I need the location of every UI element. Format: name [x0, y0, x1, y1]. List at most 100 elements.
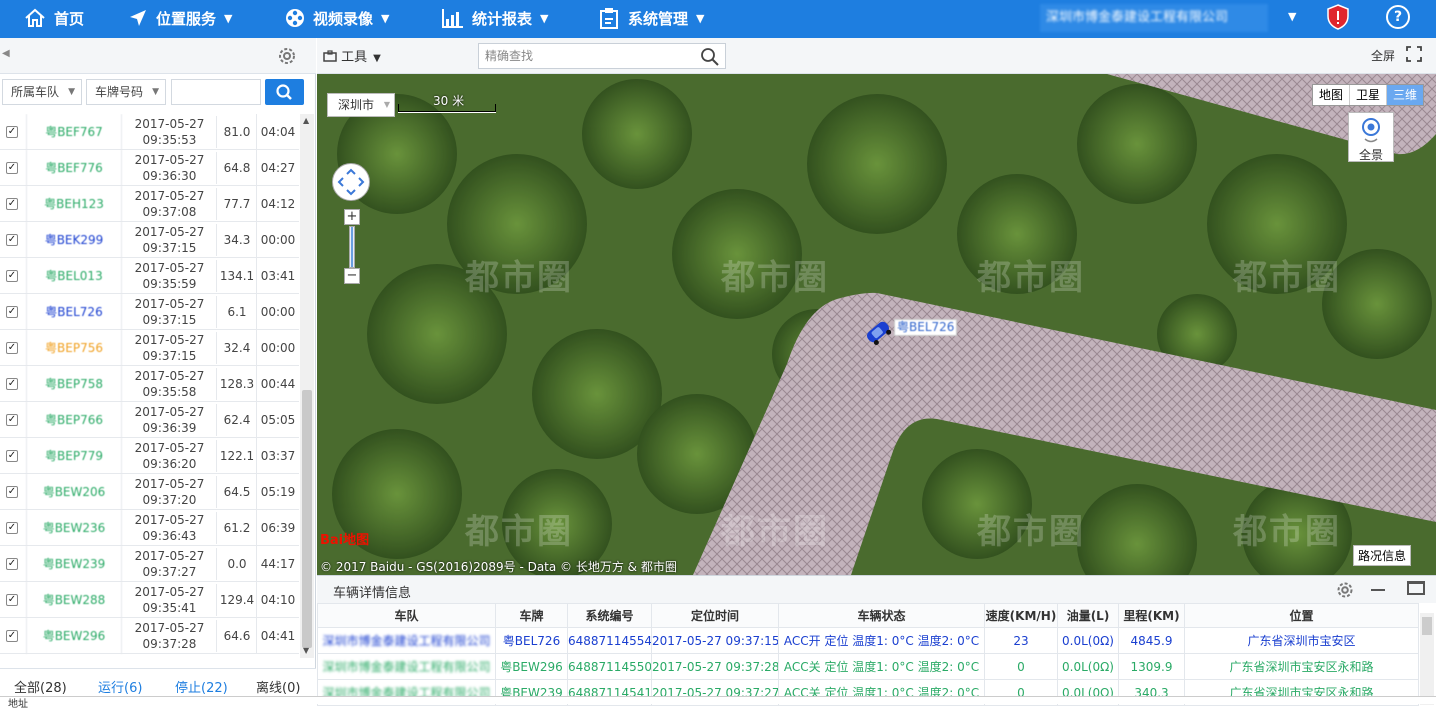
- nav-home[interactable]: 首页: [24, 0, 84, 36]
- vehicle-plate[interactable]: 粤BEP779: [26, 438, 122, 474]
- vehicle-plate[interactable]: 粤BEP758: [26, 366, 122, 402]
- vehicle-row[interactable]: ✓ 粤BEL726 2017-05-27 09:37:15 6.1 00:00: [0, 294, 299, 330]
- nav-system[interactable]: 系统管理 ▼: [598, 0, 704, 36]
- vehicle-speed: 6.1: [218, 294, 257, 330]
- search-icon[interactable]: [700, 47, 720, 67]
- detail-scrollbar[interactable]: [1420, 613, 1434, 705]
- table-row[interactable]: 深圳市博金泰建设工程有限公司 粤BEL726 64887114554 2017-05-…: [317, 627, 1419, 654]
- vehicle-datetime: 2017-05-27 09:37:15: [123, 224, 217, 256]
- vehicle-checkbox[interactable]: ✓: [6, 342, 18, 354]
- vehicle-row[interactable]: ✓ 粤BEH123 2017-05-27 09:37:08 77.7 04:12: [0, 186, 299, 222]
- vehicle-plate[interactable]: 粤BEW236: [26, 510, 122, 546]
- scroll-up-icon[interactable]: ▲: [303, 116, 309, 125]
- tools-dropdown[interactable]: 工具 ▼: [323, 46, 381, 65]
- vehicle-row[interactable]: ✓ 粤BEW239 2017-05-27 09:37:27 0.0 44:17: [0, 546, 299, 582]
- gear-icon[interactable]: [1335, 580, 1355, 600]
- vehicle-row[interactable]: ✓ 粤BEF776 2017-05-27 09:36:30 64.8 04:27: [0, 150, 299, 186]
- vehicle-checkbox[interactable]: ✓: [6, 162, 18, 174]
- team-select[interactable]: 所属车队 ▼: [2, 79, 82, 105]
- vehicle-datetime: 2017-05-27 09:35:59: [123, 260, 217, 292]
- scrollbar-thumb[interactable]: [302, 390, 312, 648]
- chevron-down-icon: ▼: [381, 11, 390, 25]
- satellite-map[interactable]: 都市圈 都市圈 都市圈 都市圈 都市圈 都市圈 都市圈 都市圈 深圳市 ▼ 30 …: [317, 74, 1436, 575]
- vehicle-checkbox[interactable]: ✓: [6, 306, 18, 318]
- vehicle-duration: 06:39: [260, 521, 296, 535]
- panorama-button[interactable]: 全景: [1348, 112, 1394, 162]
- vehicle-checkbox[interactable]: ✓: [6, 126, 18, 138]
- nav-video[interactable]: 视频录像 ▼: [285, 0, 389, 36]
- fullscreen-icon[interactable]: [1406, 46, 1422, 62]
- vehicle-checkbox[interactable]: ✓: [6, 594, 18, 606]
- zoom-out-button[interactable]: −: [344, 268, 360, 284]
- vehicle-plate[interactable]: 粤BEF776: [26, 150, 122, 186]
- map-scale-label: 30 米: [433, 94, 465, 108]
- vehicle-plate[interactable]: 粤BEL013: [26, 258, 122, 294]
- vehicle-plate[interactable]: 粤BEK299: [26, 222, 122, 258]
- minimize-icon[interactable]: [1371, 589, 1385, 591]
- vehicle-row[interactable]: ✓ 粤BEP779 2017-05-27 09:36:20 122.1 03:37: [0, 438, 299, 474]
- zoom-slider[interactable]: [349, 226, 355, 268]
- fullscreen-label[interactable]: 全屏: [1371, 47, 1395, 64]
- vehicle-row[interactable]: ✓ 粤BEP756 2017-05-27 09:37:15 32.4 00:00: [0, 330, 299, 366]
- vehicle-row[interactable]: ✓ 粤BEL013 2017-05-27 09:35:59 134.1 03:41: [0, 258, 299, 294]
- vehicle-marker-icon[interactable]: [863, 319, 893, 345]
- map-type-map[interactable]: 地图: [1313, 85, 1351, 105]
- vehicle-plate[interactable]: 粤BEF767: [26, 114, 122, 150]
- plate-select[interactable]: 车牌号码 ▼: [86, 79, 166, 105]
- pan-control[interactable]: [332, 163, 370, 201]
- scroll-down-icon[interactable]: ▼: [303, 646, 309, 655]
- vehicle-plate[interactable]: 粤BEP766: [26, 402, 122, 438]
- city-selector[interactable]: 深圳市 ▼: [327, 93, 395, 117]
- vehicle-row[interactable]: ✓ 粤BEP758 2017-05-27 09:35:58 128.3 00:44: [0, 366, 299, 402]
- vehicle-plate[interactable]: 粤BEW239: [26, 546, 122, 582]
- tab-all[interactable]: 全部(28): [14, 677, 67, 696]
- vehicle-checkbox[interactable]: ✓: [6, 414, 18, 426]
- vehicle-marker-label[interactable]: 粤BEL726: [894, 319, 958, 336]
- vehicle-checkbox[interactable]: ✓: [6, 486, 18, 498]
- alarm-shield-icon[interactable]: [1326, 4, 1350, 30]
- vehicle-plate[interactable]: 粤BEW206: [26, 474, 122, 510]
- vehicle-row[interactable]: ✓ 粤BEP766 2017-05-27 09:36:39 62.4 05:05: [0, 402, 299, 438]
- tab-stopped[interactable]: 停止(22): [175, 677, 228, 696]
- zoom-in-button[interactable]: +: [344, 209, 360, 225]
- vehicle-row[interactable]: ✓ 粤BEF767 2017-05-27 09:35:53 81.0 04:04: [0, 114, 299, 150]
- vehicle-checkbox[interactable]: ✓: [6, 522, 18, 534]
- vehicle-row[interactable]: ✓ 粤BEK299 2017-05-27 09:37:15 34.3 00:00: [0, 222, 299, 258]
- tab-offline[interactable]: 离线(0): [256, 677, 300, 696]
- vehicle-checkbox[interactable]: ✓: [6, 198, 18, 210]
- map-search-input[interactable]: 精确查找: [478, 43, 726, 69]
- vehicle-plate[interactable]: 粤BEP756: [26, 330, 122, 366]
- map-type-3d[interactable]: 三维: [1387, 85, 1424, 105]
- vehicle-checkbox[interactable]: ✓: [6, 450, 18, 462]
- vehicle-plate[interactable]: 粤BEW296: [26, 618, 122, 654]
- scrollbar-thumb[interactable]: [1422, 617, 1432, 635]
- search-button[interactable]: [265, 79, 304, 105]
- chevron-down-icon[interactable]: ▼: [1288, 10, 1296, 23]
- help-icon[interactable]: ?: [1386, 5, 1410, 29]
- vehicle-row[interactable]: ✓ 粤BEW236 2017-05-27 09:36:43 61.2 06:39: [0, 510, 299, 546]
- vehicle-plate[interactable]: 粤BEH123: [26, 186, 122, 222]
- vehicle-checkbox[interactable]: ✓: [6, 558, 18, 570]
- vehicle-row[interactable]: ✓ 粤BEW206 2017-05-27 09:37:20 64.5 05:19: [0, 474, 299, 510]
- maximize-icon[interactable]: [1407, 581, 1425, 595]
- vehicle-checkbox[interactable]: ✓: [6, 270, 18, 282]
- vehicle-plate[interactable]: 粤BEL726: [26, 294, 122, 330]
- traffic-info-button[interactable]: 路况信息: [1353, 545, 1412, 566]
- vehicle-row[interactable]: ✓ 粤BEW288 2017-05-27 09:35:41 129.4 04:10: [0, 582, 299, 618]
- vehicle-checkbox[interactable]: ✓: [6, 630, 18, 642]
- vehicle-checkbox[interactable]: ✓: [6, 234, 18, 246]
- plate-search-input[interactable]: [171, 79, 261, 105]
- vehicle-checkbox[interactable]: ✓: [6, 378, 18, 390]
- map-type-satellite[interactable]: 卫星: [1350, 85, 1388, 105]
- nav-location-service[interactable]: 位置服务 ▼: [128, 0, 232, 36]
- gear-icon[interactable]: [276, 45, 298, 67]
- company-selector[interactable]: 深圳市博金泰建设工程有限公司: [1040, 4, 1268, 32]
- vehicle-plate[interactable]: 粤BEW288: [26, 582, 122, 618]
- table-row[interactable]: 深圳市博金泰建设工程有限公司 粤BEW296 64887114550 2017-05-…: [317, 653, 1419, 680]
- collapse-icon[interactable]: ◀: [2, 48, 10, 59]
- tab-running[interactable]: 运行(6): [98, 677, 142, 696]
- vehicle-list-scrollbar[interactable]: ▲ ▼: [300, 114, 314, 658]
- vehicle-row[interactable]: ✓ 粤BEW296 2017-05-27 09:37:28 64.6 04:41: [0, 618, 299, 654]
- nav-reports[interactable]: 统计报表 ▼: [442, 0, 548, 36]
- chevron-down-icon: ▼: [540, 11, 549, 25]
